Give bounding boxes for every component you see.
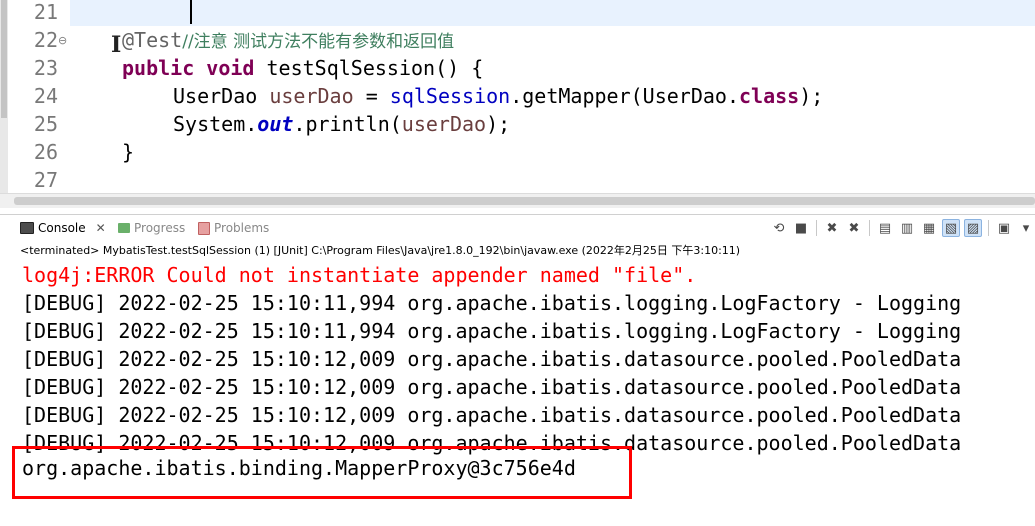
tab-progress[interactable]: Progress [118,215,185,241]
println-call: .println( [293,112,402,136]
field-sqlsession: sqlSession [389,84,511,108]
console-line: [DEBUG] 2022-02-25 15:10:12,009 org.apac… [22,375,962,399]
code-line-23[interactable]: public void testSqlSession() { [70,54,1035,82]
tab-problems[interactable]: Problems [198,215,269,241]
stop-icon[interactable]: ■ [792,219,810,237]
keyword-class: class [738,84,800,108]
console-toolbar: ⟲ ■ ✖ ✖ ▤ ▥ ▦ ▧ ▨ ▣ ▾ [770,219,1035,237]
keyword-void: void [206,56,255,80]
line-number: 25 [33,112,58,136]
code-comment: //注意 测试方法不能有参数和返回值 [182,32,455,52]
local-var-userdao: userDao [269,84,354,108]
line-number: 23 [33,56,58,80]
line-number: 26 [33,140,58,164]
console-line: [DEBUG] 2022-02-25 15:10:12,009 org.apac… [22,403,962,427]
statement-end: ); [486,112,511,136]
console-line: log4j:ERROR Could not instantiate append… [22,263,697,287]
console-icon [20,222,34,234]
console-status-text: <terminated> MybatisTest.testSqlSession … [20,244,741,257]
getmapper-call: .getMapper(UserDao. [510,84,739,108]
code-line-21[interactable] [70,0,1035,26]
word-wrap-icon[interactable]: ▦ [920,219,938,237]
terminate-icon[interactable]: ⟲ [770,219,788,237]
test-annotation: @Test [122,28,183,52]
progress-icon [118,223,130,233]
code-line-26[interactable]: } [70,138,1035,166]
static-field-out: out [257,112,294,136]
code-editor[interactable]: 21 22 23 24 25 26 27 ⊖ @Test//注意 测试方法不能有… [0,0,1035,193]
toolbar-separator [816,220,817,236]
line-number: 21 [33,0,58,24]
remove-launch-icon[interactable]: ✖ [823,219,841,237]
line-number: 27 [33,168,58,192]
pin-console-icon[interactable]: ▣ [995,219,1013,237]
line-number-gutter: 21 22 23 24 25 26 27 ⊖ [10,0,70,193]
type-userdao: UserDao [173,84,258,108]
console-line: [DEBUG] 2022-02-25 15:10:12,009 org.apac… [22,347,962,371]
tab-label: Progress [134,221,186,235]
code-line-24[interactable]: UserDao userDao = sqlSession.getMapper(U… [70,82,1035,110]
text-cursor [190,0,192,24]
console-line: [DEBUG] 2022-02-25 15:10:11,994 org.apac… [22,291,962,315]
tab-label: Console [38,221,86,235]
editor-horizontal-scrollbar[interactable] [0,193,1035,208]
editor-vertical-scrollbar[interactable] [0,0,8,193]
problems-icon [198,221,210,235]
console-tab-bar: Console ✕ Progress Problems ⟲ ■ ✖ ✖ ▤ ▥ … [0,214,1035,241]
show-on-stdout-icon[interactable]: ▧ [942,219,960,237]
scrollbar-thumb[interactable] [1,0,7,118]
show-on-stderr-icon[interactable]: ▨ [964,219,982,237]
tab-label: Problems [214,221,270,235]
close-icon[interactable]: ✕ [96,215,106,241]
fold-collapse-icon[interactable]: ⊖ [58,34,67,47]
console-line: [DEBUG] 2022-02-25 15:10:11,994 org.apac… [22,319,962,343]
local-var-userdao: userDao [401,112,487,136]
code-line-22[interactable]: @Test//注意 测试方法不能有参数和返回值 [70,26,1035,54]
toolbar-separator [988,220,989,236]
red-highlight-box [12,446,632,499]
scroll-lock-icon[interactable]: ▥ [898,219,916,237]
system-class: System. [173,112,258,136]
code-line-25[interactable]: System.out.println(userDao); [70,110,1035,138]
toolbar-separator [869,220,870,236]
line-number: 24 [33,84,58,108]
remove-all-icon[interactable]: ✖ [845,219,863,237]
statement-end: ); [799,84,824,108]
method-signature: testSqlSession() { [266,56,484,80]
eclipse-window: 21 22 23 24 25 26 27 ⊖ @Test//注意 测试方法不能有… [0,0,1035,526]
display-console-icon[interactable]: ▾ [1017,219,1035,237]
scrollbar-thumb[interactable] [14,197,1035,205]
line-number: 22 [33,28,58,52]
tab-console[interactable]: Console ✕ [20,215,106,241]
clear-console-icon[interactable]: ▤ [876,219,894,237]
keyword-public: public [122,56,195,80]
closing-brace: } [122,140,135,164]
assign-operator: = [365,84,378,108]
code-line-27[interactable] [70,166,1035,193]
